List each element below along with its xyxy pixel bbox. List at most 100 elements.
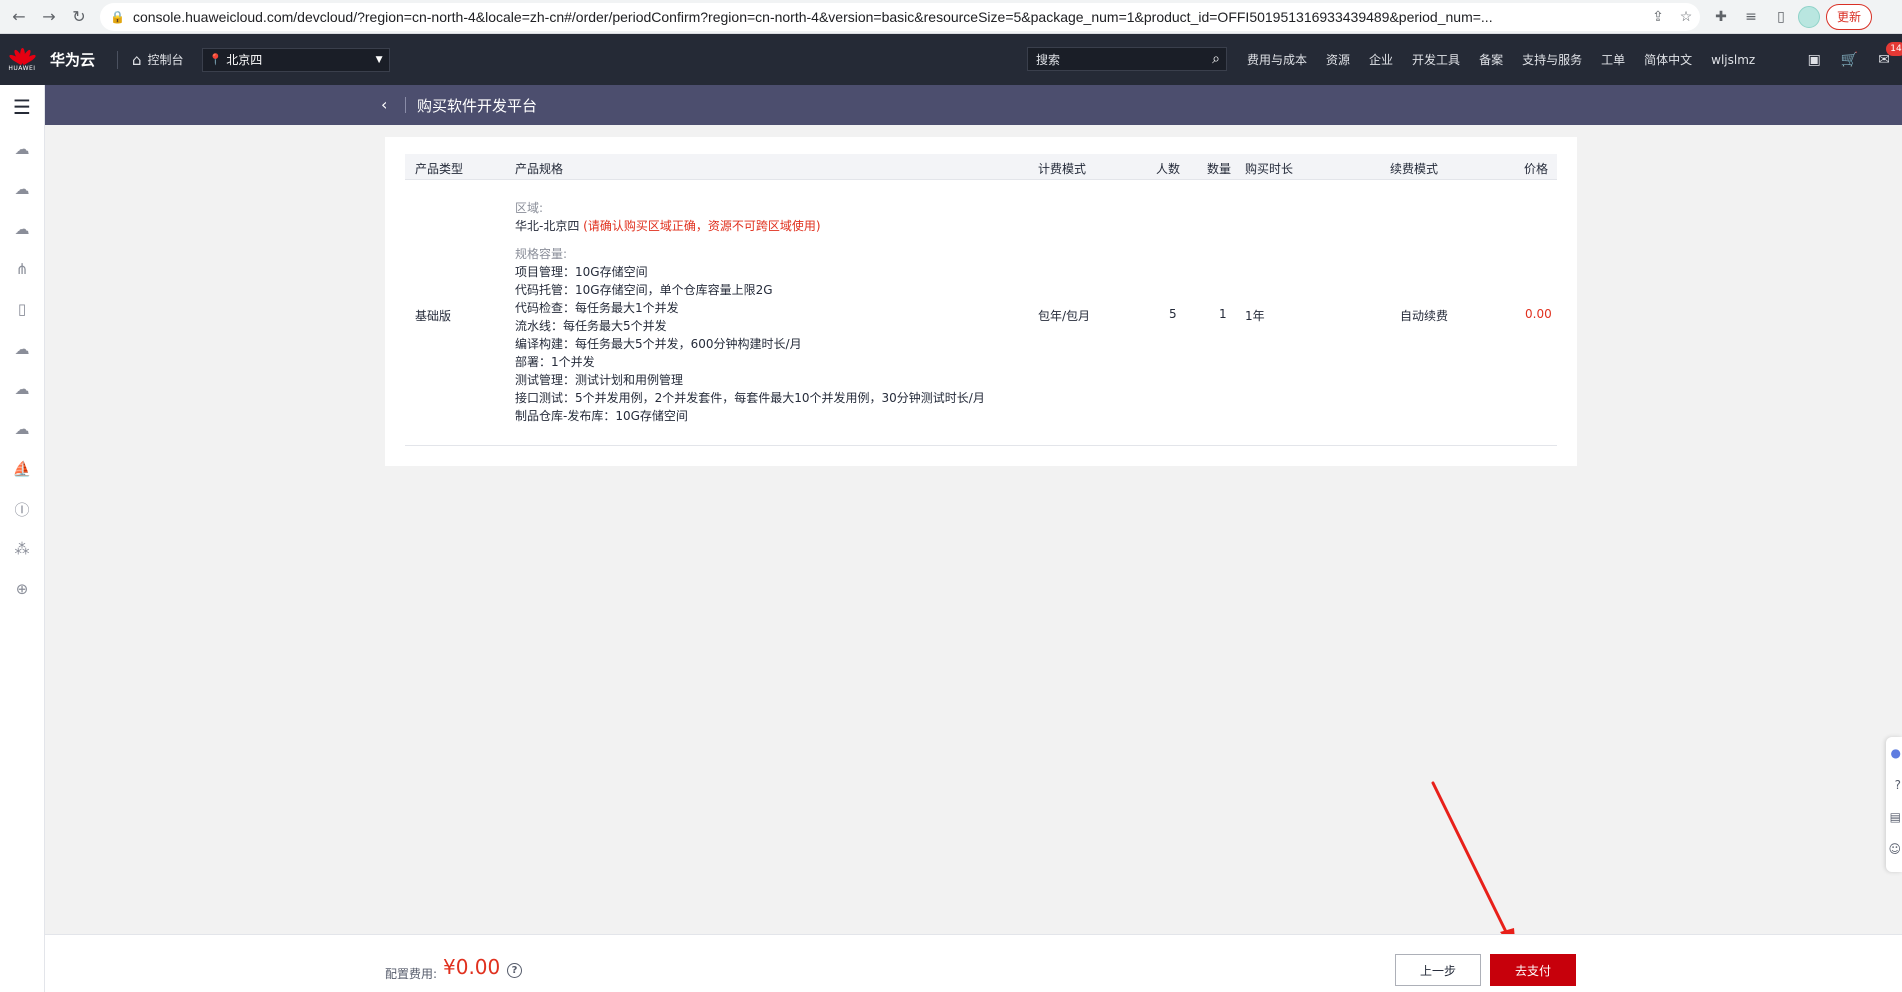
col-price: 价格: [1524, 162, 1549, 176]
region-value: 北京四: [226, 53, 263, 67]
top-nav: 费用与成本 资源 企业 开发工具 备案 支持与服务 工单 简体中文 wljslm…: [1247, 34, 1774, 85]
order-card: 产品类型 产品规格 计费模式 人数 数量 购买时长 续费模式 价格 基础版 区域…: [385, 137, 1577, 466]
home-icon: ⌂: [132, 50, 142, 69]
back-arrow-icon[interactable]: ←: [4, 2, 34, 32]
nav-tickets[interactable]: 工单: [1601, 51, 1625, 68]
question-help-icon[interactable]: ?: [507, 963, 522, 978]
spec-line: 接口测试：5个并发用例，2个并发套件，每套件最大10个并发用例，30分钟测试时长…: [515, 391, 985, 405]
row-divider: [405, 445, 1557, 446]
spec-line: 制品仓库-发布库：10G存储空间: [515, 409, 688, 423]
cell-product-spec: 区域: 华北-北京四 (请确认购买区域正确，资源不可跨区域使用) 规格容量: 项…: [515, 199, 985, 425]
cell-quantity: 1: [1219, 307, 1227, 321]
huawei-logo[interactable]: HUAWEI: [0, 34, 44, 85]
bottom-action-bar: 配置费用: ¥0.00 ? 上一步 去支付: [45, 934, 1902, 992]
region-label: 区域:: [515, 201, 544, 215]
col-quantity: 数量: [1207, 162, 1232, 176]
help-circle-icon[interactable]: ?: [1886, 769, 1902, 801]
cell-price: 0.00: [1525, 307, 1552, 321]
floating-tools: ● ? ▤ ☺: [1886, 737, 1902, 872]
feedback-icon[interactable]: ▤: [1886, 801, 1902, 833]
spec-label: 规格容量:: [515, 247, 568, 261]
back-chevron-icon[interactable]: ‹: [381, 95, 387, 114]
smiley-icon[interactable]: ☺: [1886, 833, 1902, 865]
title-divider: [405, 97, 406, 113]
huawei-flower-icon: [8, 47, 37, 66]
browser-update-button[interactable]: 更新: [1826, 3, 1873, 30]
chat-assistant-icon[interactable]: ●: [1886, 737, 1902, 769]
page-title-band: ‹ 购买软件开发平台: [45, 85, 1902, 125]
nav-filing[interactable]: 备案: [1479, 51, 1503, 68]
cloud-sync-icon[interactable]: ☁: [0, 409, 44, 449]
cloud-icon[interactable]: ☁: [0, 329, 44, 369]
terminal-icon[interactable]: ▣: [1808, 52, 1821, 68]
spec-line: 测试管理：测试计划和用例管理: [515, 373, 684, 387]
table-header: 产品类型 产品规格 计费模式 人数 数量 购买时长 续费模式 价格: [405, 154, 1557, 180]
nav-support[interactable]: 支持与服务: [1522, 51, 1582, 68]
cell-duration: 1年: [1245, 309, 1265, 323]
message-icon[interactable]: ✉ 14: [1878, 41, 1902, 68]
cart-icon[interactable]: 🛒: [1841, 52, 1858, 68]
menu-icon[interactable]: ☰: [0, 85, 44, 129]
col-duration: 购买时长: [1245, 162, 1294, 176]
nav-username[interactable]: wljslmz: [1711, 53, 1755, 67]
fee-label: 配置费用:: [385, 967, 438, 981]
extensions-icon[interactable]: ✚: [1708, 4, 1734, 30]
cloud-container-icon[interactable]: ☁: [0, 169, 44, 209]
page-title: 购买软件开发平台: [417, 97, 538, 115]
nav-cost[interactable]: 费用与成本: [1247, 51, 1307, 68]
spec-line: 代码检查：每任务最大1个并发: [515, 301, 679, 315]
message-count-badge: 14: [1886, 41, 1902, 56]
location-pin-icon: 📍: [208, 53, 223, 66]
forward-arrow-icon[interactable]: →: [34, 2, 64, 32]
spec-line: 流水线：每任务最大5个并发: [515, 319, 667, 333]
caret-down-icon: ▼: [375, 54, 383, 65]
cell-product-type: 基础版: [415, 309, 452, 323]
search-input[interactable]: 搜索 ⌕: [1027, 47, 1227, 71]
left-sidebar: ☰ ☁ ☁ ☁ ⋔ ▯ ☁ ☁ ☁ ⛵ Ⓘ ⁂ ⊕: [0, 85, 45, 992]
cloud-server-icon[interactable]: ☁: [0, 129, 44, 169]
region-select[interactable]: 📍 北京四 ▼: [201, 47, 390, 72]
col-renewal: 续费模式: [1390, 162, 1439, 176]
spec-line: 项目管理：10G存储空间: [515, 265, 648, 279]
globe-icon[interactable]: ⊕: [0, 569, 44, 609]
spec-line: 代码托管：10G存储空间，单个仓库容量上限2G: [515, 283, 773, 297]
sailboat-icon[interactable]: ⛵: [0, 449, 44, 489]
network-icon[interactable]: ⋔: [0, 249, 44, 289]
spec-line: 部署：1个并发: [515, 355, 595, 369]
annotation-arrow-icon: [1431, 781, 1516, 952]
side-panel-icon[interactable]: ▯: [1768, 4, 1794, 30]
reload-icon[interactable]: ↻: [64, 2, 94, 32]
top-header: HUAWEI 华为云 ⌂ 控制台 📍 北京四 ▼ 搜索 ⌕ 费用与成本 资源 企…: [0, 34, 1902, 85]
header-divider: [117, 50, 119, 69]
region-value: 华北-北京四: [515, 219, 580, 233]
cloud-database-icon[interactable]: ☁: [0, 209, 44, 249]
browser-toolbar: ← → ↻ 🔒 console.huaweicloud.com/devcloud…: [0, 0, 1902, 34]
bookmark-star-icon[interactable]: ☆: [1672, 8, 1700, 25]
share-icon[interactable]: ⇪: [1644, 8, 1672, 25]
console-link[interactable]: ⌂ 控制台: [132, 51, 184, 69]
region-warning: (请确认购买区域正确，资源不可跨区域使用): [583, 219, 821, 233]
cloud-upload-icon[interactable]: ☁: [0, 369, 44, 409]
ip-icon[interactable]: Ⓘ: [0, 489, 44, 529]
brand-name[interactable]: 华为云: [50, 49, 95, 70]
nav-language[interactable]: 简体中文: [1644, 51, 1692, 68]
lock-icon: 🔒: [110, 9, 125, 24]
region-line: 华北-北京四 (请确认购买区域正确，资源不可跨区域使用): [515, 217, 985, 235]
address-bar[interactable]: 🔒 console.huaweicloud.com/devcloud/?regi…: [100, 2, 1700, 31]
pay-button[interactable]: 去支付: [1490, 954, 1576, 986]
col-people: 人数: [1156, 162, 1181, 176]
nav-enterprise[interactable]: 企业: [1369, 51, 1393, 68]
fee-value: ¥0.00: [443, 955, 501, 979]
storage-icon[interactable]: ▯: [0, 289, 44, 329]
nav-dev-tools[interactable]: 开发工具: [1412, 51, 1460, 68]
cluster-icon[interactable]: ⁂: [0, 529, 44, 569]
previous-step-button[interactable]: 上一步: [1395, 954, 1481, 986]
profile-avatar[interactable]: [1798, 5, 1820, 28]
reading-list-icon[interactable]: ≡: [1738, 4, 1764, 30]
nav-resources[interactable]: 资源: [1326, 51, 1350, 68]
cell-people: 5: [1169, 307, 1177, 321]
search-icon[interactable]: ⌕: [1212, 51, 1220, 67]
cell-renewal: 自动续费: [1400, 309, 1449, 323]
console-label: 控制台: [147, 53, 184, 67]
logo-text: HUAWEI: [8, 65, 36, 72]
